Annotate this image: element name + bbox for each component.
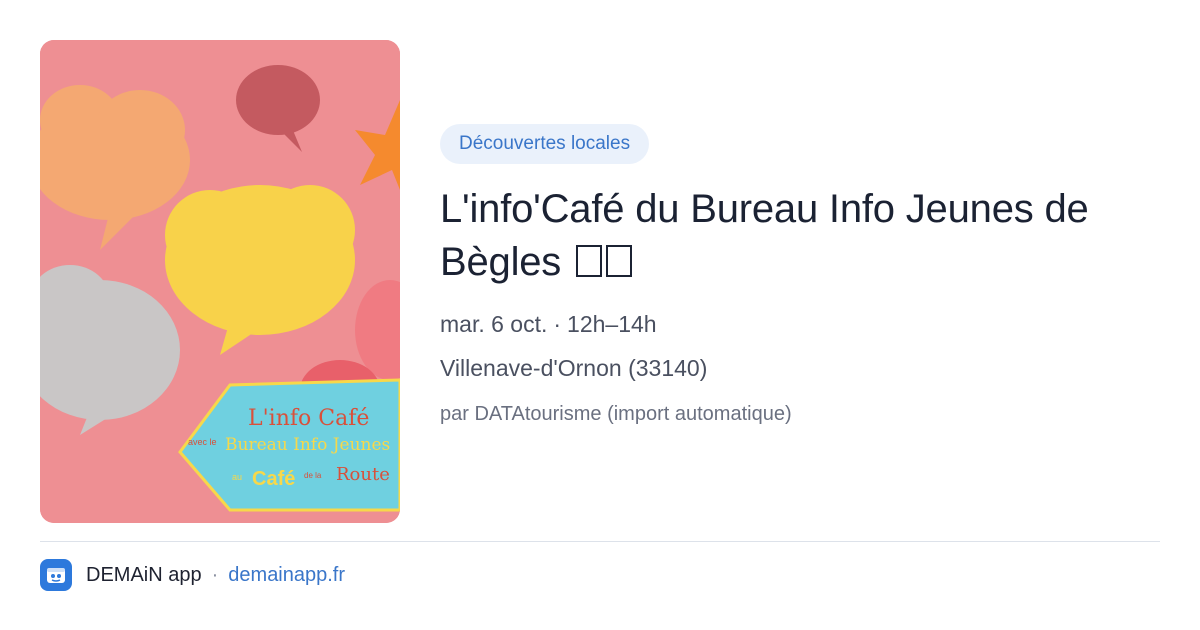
event-date: mar. 6 oct.: [440, 311, 548, 337]
footer-divider: [40, 541, 1160, 542]
event-title-text: L'info'Café du Bureau Info Jeunes de Bèg…: [440, 187, 1089, 284]
footer-separator: ·: [211, 563, 219, 586]
event-location: Villenave-d'Ornon (33140): [440, 355, 708, 381]
sign-line2: Bureau Info Jeunes: [225, 435, 390, 455]
datetime-separator: ·: [553, 311, 562, 337]
domain-link[interactable]: demainapp.fr: [228, 564, 345, 587]
event-datetime: mar. 6 oct. · 12h–14h: [440, 309, 1160, 339]
sign-line3-end: Route: [336, 464, 390, 485]
emoji-placeholder-icon: [576, 245, 603, 277]
app-name: DEMAiN app: [86, 563, 202, 586]
emoji-placeholder-icon: [606, 245, 633, 277]
speech-bubbles-illustration: L'info Café avec le Bureau Info Jeunes a…: [40, 40, 400, 523]
footer: DEMAiN app · demainapp.fr: [40, 559, 345, 591]
sign-line3: Café: [252, 468, 295, 490]
category-tag[interactable]: Découvertes locales: [440, 124, 650, 164]
demain-app-icon: [40, 559, 72, 591]
event-image[interactable]: L'info Café avec le Bureau Info Jeunes a…: [40, 40, 400, 523]
sign-line1: L'info Café: [248, 406, 369, 431]
event-time: 12h–14h: [567, 311, 657, 337]
event-meta: mar. 6 oct. · 12h–14h Villenave-d'Ornon (3…: [440, 309, 1160, 429]
event-source: par DATAtourisme (import automatique): [440, 403, 792, 425]
sign-small1: avec le: [188, 437, 217, 447]
sign-small3: de la: [304, 471, 322, 480]
sign-small2: au: [232, 472, 242, 482]
event-details: Découvertes locales L'info'Café du Burea…: [440, 124, 1160, 429]
event-title[interactable]: L'info'Café du Bureau Info Jeunes de Bèg…: [440, 183, 1160, 289]
